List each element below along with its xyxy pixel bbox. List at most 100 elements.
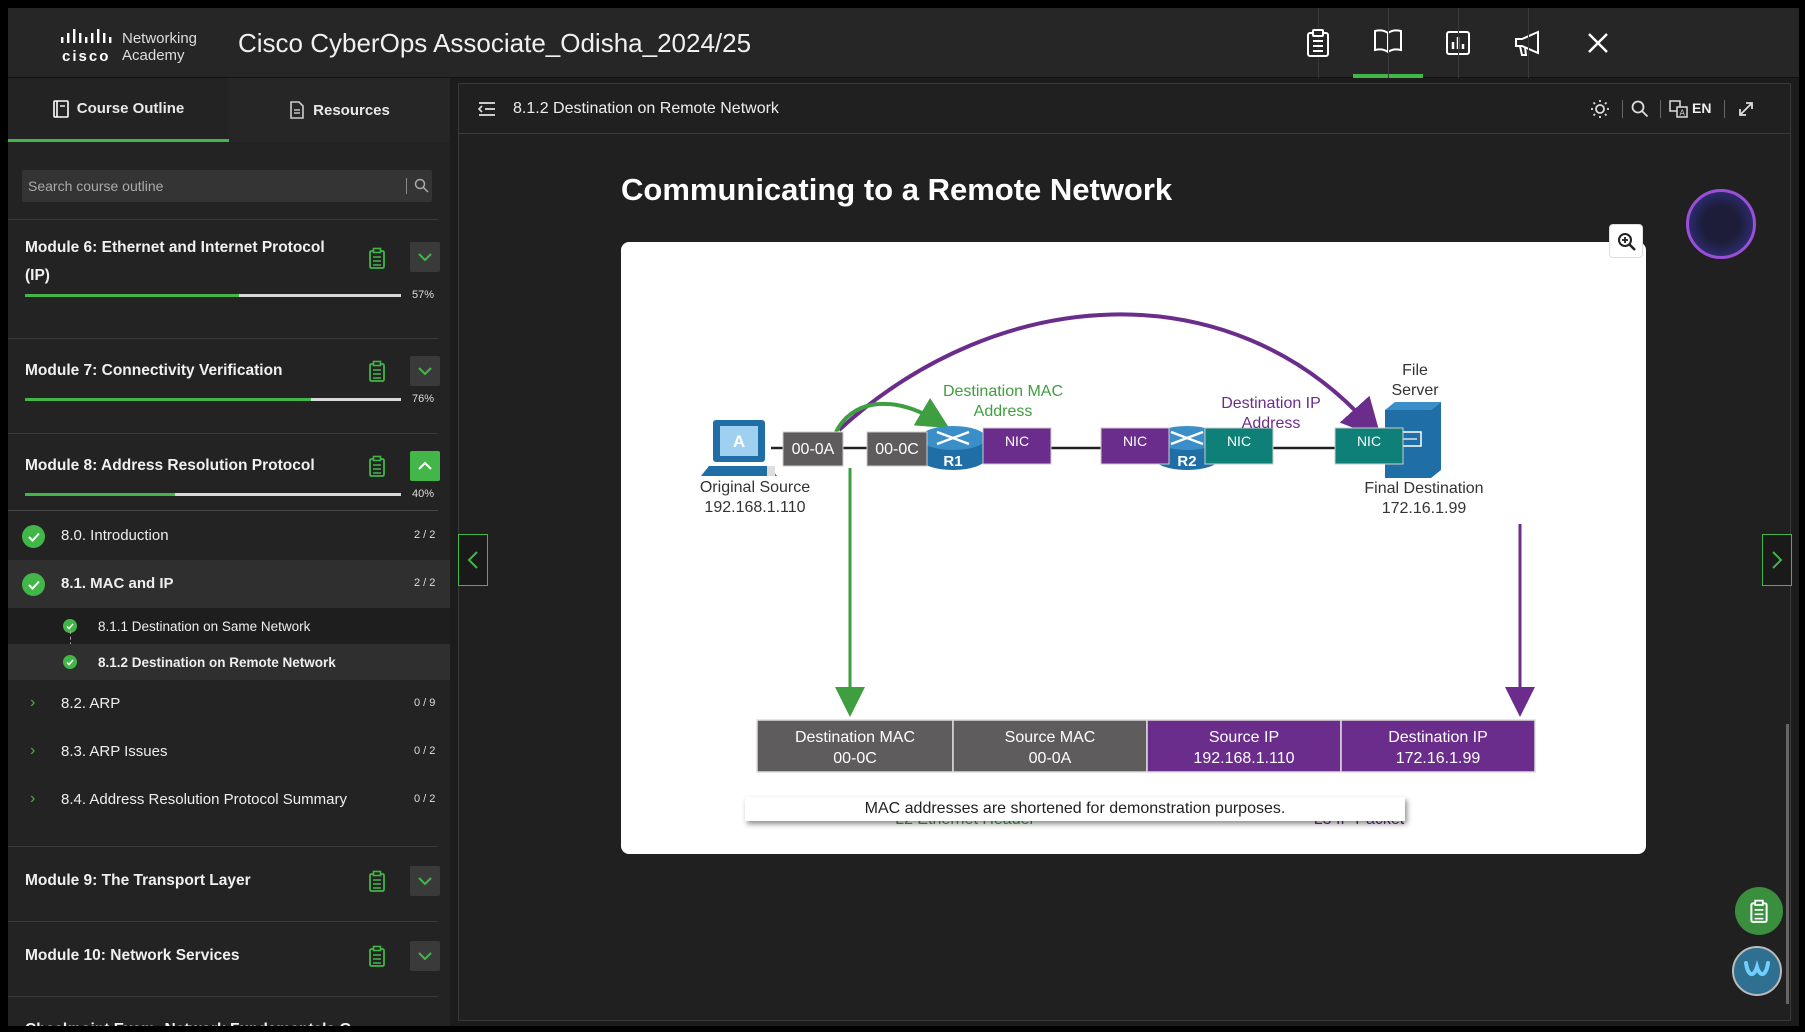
logo-brand-text: cisco [62,48,111,65]
chevron-up-icon [418,461,432,470]
diagram-canvas: A R1 R2 00-0A 00-0C NIC NIC NIC NIC Dest… [700,312,1536,828]
breadcrumb: 8.1.2 Destination on Remote Network [513,100,779,117]
search-divider [406,178,407,194]
toolbar-divider [1724,100,1725,118]
nic-label: NIC [1357,433,1381,449]
subtopic-item-selected[interactable]: 8.1.2 Destination on Remote Network [8,644,450,680]
outline-icon [52,99,69,118]
subtopic-label: 8.1.1 Destination on Same Network [98,619,311,634]
cisco-logo[interactable]: cisco Networking Academy [60,24,220,66]
module-8[interactable]: Module 8: Address Resolution Protocol 40… [8,433,450,519]
progress-fill [25,493,176,496]
expand-button[interactable] [410,941,440,971]
notes-floating-button[interactable] [1735,887,1783,935]
toolbar-divider [1622,100,1623,118]
chevron-down-icon [418,253,432,262]
chevron-left-icon [467,551,478,569]
clipboard-button[interactable] [1283,8,1353,78]
lesson-item[interactable]: › 8.3. ARP Issues 0 / 2 [8,728,450,776]
module-title: Checkpoint Exam: Network Fundamentals G.… [25,1016,364,1026]
expand-button[interactable] [410,356,440,386]
header-divider [1388,8,1389,78]
module-title: Module 8: Address Resolution Protocol [25,457,315,474]
assistant-avatar[interactable] [1686,189,1756,259]
progress-percent: 57% [412,289,435,301]
mac-label: 00-0C [875,441,919,458]
expand-button[interactable] [410,242,440,272]
progress-fill [25,294,240,297]
progress-percent: 40% [412,488,435,500]
module-9[interactable]: Module 9: The Transport Layer [8,846,450,916]
module-title: Module 6: Ethernet and Internet Protocol… [25,234,325,290]
brightness-icon[interactable] [1590,99,1610,119]
search-icon[interactable] [414,178,429,193]
router-label: R2 [1177,453,1196,470]
toolbar-divider [1660,100,1661,118]
fullscreen-icon[interactable] [1737,100,1755,118]
router-r1-icon: R1 [920,426,986,470]
lesson-item[interactable]: 8.0. Introduction 2 / 2 [8,512,450,560]
lesson-item-selected[interactable]: 8.1. MAC and IP 2 / 2 [8,560,450,608]
expand-button[interactable] [410,866,440,896]
clipboard-icon[interactable] [368,455,386,477]
lesson-item[interactable]: › 8.4. Address Resolution Protocol Summa… [8,776,450,824]
lesson-count: 2 / 2 [414,529,436,541]
tab-course-outline[interactable]: Course Outline [8,78,229,142]
zoom-button[interactable] [1609,224,1643,258]
field-value: 00-0A [1029,750,1072,767]
progress-fill [25,398,311,401]
module-title: Module 7: Connectivity Verification [25,362,283,379]
nic-label: NIC [1227,433,1251,449]
module-6[interactable]: Module 6: Ethernet and Internet Protocol… [8,219,450,324]
search-icon[interactable] [1631,100,1649,118]
chevron-right-icon: › [30,790,36,807]
clipboard-icon [1307,29,1329,57]
next-page-button[interactable] [1762,534,1792,586]
language-label[interactable]: EN [1692,100,1711,116]
menu-collapse-icon[interactable] [477,101,497,117]
server-label: Server [1391,382,1439,399]
header-divider [1458,8,1459,78]
clipboard-icon[interactable] [368,247,386,269]
lesson-label: 8.2. ARP [61,695,121,712]
destination-label: Final Destination [1364,480,1483,497]
course-title: Cisco CyberOps Associate_Odisha_2024/25 [238,28,752,58]
module-7[interactable]: Module 7: Connectivity Verification 76% [8,338,450,424]
destination-ip-label: Address [1242,415,1301,432]
field-label: Destination MAC [795,729,915,746]
pc-label: A [733,432,745,451]
tab-resources[interactable]: Resources [229,78,450,142]
destination-ip-label: Destination IP [1221,395,1321,412]
checkpoint-exam[interactable]: Checkpoint Exam: Network Fundamentals G.… [8,996,450,1026]
clipboard-icon[interactable] [368,945,386,967]
frame-fields: Destination MAC 00-0C Source MAC 00-0A S… [756,719,1536,773]
previous-page-button[interactable] [458,534,488,586]
search-input[interactable]: Search course outline [28,178,163,194]
logo-academy-text: Networking Academy [122,30,197,64]
lesson-count: 0 / 9 [414,697,436,709]
chevron-down-icon [418,367,432,376]
close-button[interactable] [1563,8,1633,78]
lesson-item[interactable]: › 8.2. ARP 0 / 9 [8,680,450,728]
diagram-caption: MAC addresses are shortened for demonstr… [745,797,1405,821]
pc-icon: A [701,420,777,476]
sidebar-tabs: Course Outline Resources [8,78,450,142]
cisco-bars-icon [61,29,112,43]
content-scrollbar[interactable] [1786,724,1789,1004]
clipboard-icon[interactable] [368,360,386,382]
module-10[interactable]: Module 10: Network Services [8,921,450,991]
page-title: Communicating to a Remote Network [621,172,1173,207]
lesson-count: 2 / 2 [414,577,436,589]
field-label: Destination IP [1388,729,1488,746]
clipboard-icon [1750,899,1768,923]
collapse-button[interactable] [410,451,440,481]
clipboard-icon[interactable] [368,870,386,892]
subtopic-item[interactable]: 8.1.1 Destination on Same Network [8,608,450,644]
translate-icon[interactable]: A [1669,99,1689,119]
field-label: Source MAC [1005,729,1096,746]
webex-floating-button[interactable] [1732,946,1782,996]
outline-search[interactable]: Search course outline [22,170,432,202]
check-icon [22,573,45,596]
progress-bar [25,493,401,496]
svg-text:A: A [1680,109,1686,118]
